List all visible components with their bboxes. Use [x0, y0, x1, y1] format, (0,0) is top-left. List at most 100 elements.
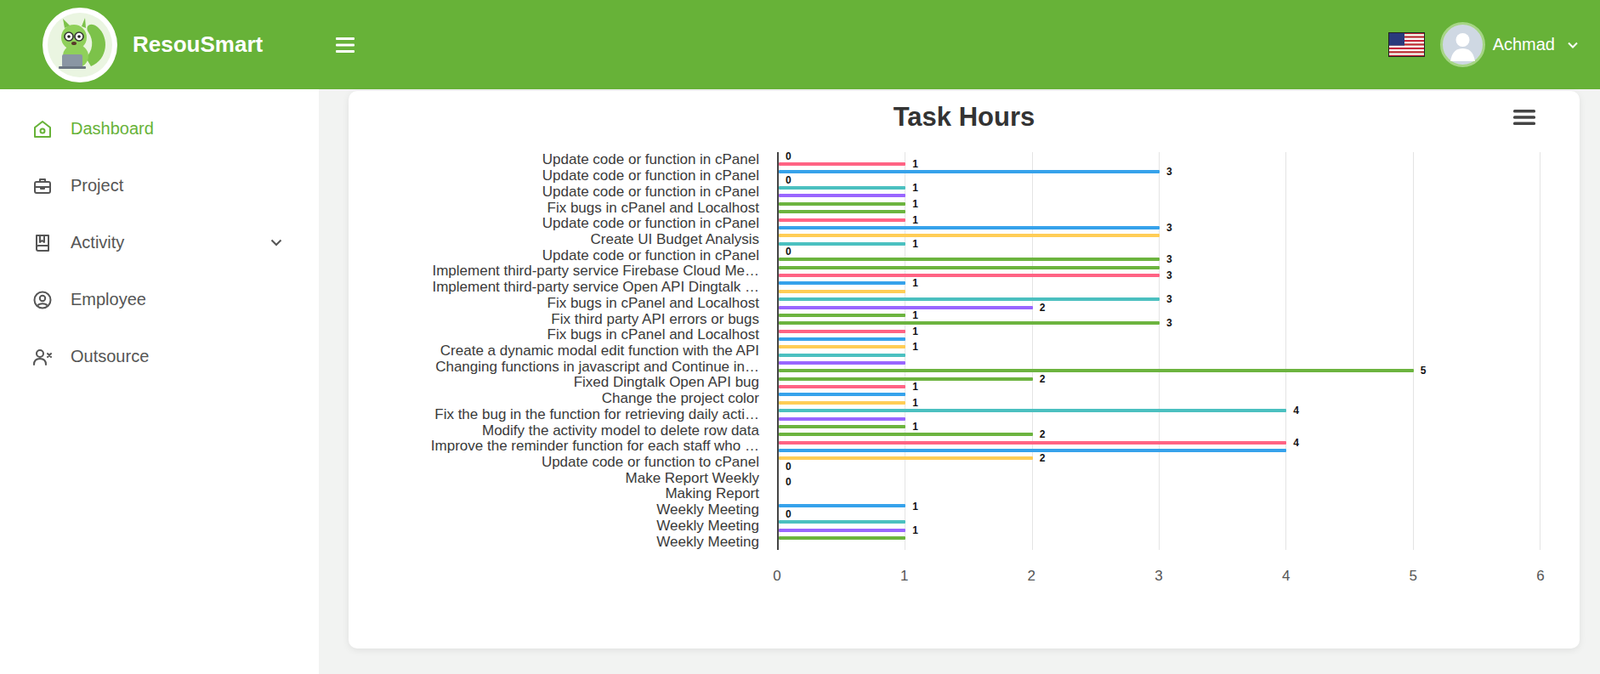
bar-value-label: 0 — [785, 509, 792, 520]
bar[interactable] — [778, 408, 1287, 413]
bar[interactable] — [778, 425, 906, 429]
bar[interactable] — [778, 520, 906, 524]
bar[interactable] — [778, 209, 906, 214]
bar[interactable] — [778, 242, 906, 246]
sidebar-label[interactable]: Employee — [70, 289, 283, 310]
category-label: Update code or function in cPanel — [348, 152, 760, 169]
category-label: Make Report Weekly — [348, 470, 760, 487]
category-label: Update code or function in cPanel — [348, 247, 760, 264]
sidebar-label[interactable]: Outsource — [70, 346, 283, 367]
sidebar-label[interactable]: Project — [70, 175, 283, 196]
home-icon — [32, 119, 53, 140]
bar[interactable] — [778, 321, 1160, 325]
avatar-icon[interactable] — [1440, 22, 1486, 68]
bar[interactable] — [778, 233, 1160, 238]
bar[interactable] — [778, 345, 906, 349]
category-label: Weekly Meeting — [348, 533, 760, 551]
bar[interactable] — [778, 193, 906, 198]
bar[interactable] — [778, 273, 1160, 278]
bar[interactable] — [778, 218, 906, 222]
bar[interactable] — [778, 361, 906, 365]
bar[interactable] — [778, 257, 1160, 261]
category-label: Improve the reminder function for each s… — [348, 438, 760, 455]
bar[interactable] — [778, 441, 1287, 445]
sidebar-item[interactable]: Dashboard — [0, 100, 319, 158]
user-menu[interactable]: Achmad — [1440, 22, 1578, 68]
category-label: Weekly Meeting — [348, 518, 760, 535]
bar[interactable] — [778, 266, 1160, 270]
brand[interactable]: ResouSmart — [0, 6, 336, 84]
bar[interactable] — [778, 456, 1033, 460]
bar[interactable] — [778, 401, 906, 405]
chart-menu-icon[interactable] — [1513, 108, 1536, 126]
menu-icon[interactable] — [335, 36, 355, 54]
bar-value-label: 1 — [912, 381, 919, 392]
bar-value-label: 1 — [912, 310, 919, 321]
grid-line — [1032, 152, 1033, 551]
bar[interactable] — [778, 186, 906, 190]
bar-value-label: 0 — [785, 461, 792, 472]
bar[interactable] — [778, 417, 906, 421]
bar-value-label: 1 — [912, 215, 919, 226]
bar-value-label: 2 — [1039, 374, 1046, 385]
sidebar: Dashboard Project Activity Employee Outsourc… — [0, 89, 319, 674]
bar[interactable] — [778, 368, 1414, 373]
category-label: Fix bugs in cPanel and Localhost — [348, 295, 760, 312]
category-label: Fix bugs in cPanel and Localhost — [348, 327, 760, 344]
sidebar-item[interactable]: Project — [0, 157, 319, 215]
top-bar: ResouSmart Achmad — [0, 0, 1600, 90]
category-label: Change the project color — [348, 391, 760, 408]
bar-value-label: 3 — [1166, 317, 1173, 329]
sidebar-label[interactable]: Dashboard — [70, 119, 283, 139]
sidebar-item[interactable]: Employee — [0, 271, 319, 329]
briefcase-icon — [32, 175, 53, 197]
bar[interactable] — [778, 329, 906, 334]
bar-value-label: 1 — [912, 326, 919, 337]
bar[interactable] — [778, 170, 1160, 174]
bar[interactable] — [778, 353, 906, 358]
us-flag-icon[interactable] — [1388, 32, 1425, 57]
bar[interactable] — [778, 162, 906, 166]
brand-name[interactable]: ResouSmart — [132, 31, 263, 58]
bar[interactable] — [778, 392, 906, 397]
bar[interactable] — [778, 289, 906, 294]
bar[interactable] — [778, 536, 906, 540]
category-label: Update code or function in cPanel — [348, 215, 760, 233]
bar[interactable] — [778, 504, 906, 508]
chevron-down-icon[interactable] — [1567, 41, 1578, 49]
bar[interactable] — [778, 385, 906, 389]
bar-value-label: 2 — [1039, 453, 1046, 464]
chart-card: Task Hours Update code or function in cPa… — [348, 90, 1580, 649]
bar[interactable] — [778, 432, 1033, 437]
bar-value-label: 4 — [1293, 437, 1300, 449]
category-label: Fix third party API errors or bugs — [348, 311, 760, 328]
bar[interactable] — [778, 297, 1160, 301]
bar-value-label: 0 — [785, 476, 792, 488]
category-label: Update code or function in cPanel — [348, 168, 760, 185]
chart-title: Task Hours — [893, 102, 1036, 133]
sidebar-item[interactable]: Activity — [0, 214, 319, 272]
bar-value-label: 3 — [1166, 254, 1173, 265]
bar[interactable] — [778, 226, 1160, 230]
bar-value-label: 5 — [1420, 365, 1427, 376]
bar[interactable] — [778, 313, 906, 318]
sidebar-item[interactable]: Outsource — [0, 328, 319, 386]
bar-value-label: 1 — [912, 525, 919, 536]
bar-value-label: 3 — [1166, 166, 1173, 177]
bar[interactable] — [778, 281, 906, 285]
category-label: Modify the activity model to delete row … — [348, 422, 760, 439]
category-label: Update code or function to cPanel — [348, 454, 760, 471]
bar-value-label: 3 — [1166, 222, 1173, 233]
sidebar-label[interactable]: Activity — [70, 232, 253, 253]
chevron-icon[interactable] — [270, 238, 283, 247]
bar[interactable] — [778, 528, 906, 533]
bar[interactable] — [778, 306, 1033, 310]
bar[interactable] — [778, 202, 906, 206]
bar-value-label: 2 — [1039, 302, 1046, 313]
bar[interactable] — [778, 448, 1287, 453]
grid-line — [1412, 152, 1414, 551]
bar[interactable] — [778, 377, 1033, 381]
bar[interactable] — [778, 337, 906, 341]
user-name[interactable]: Achmad — [1492, 34, 1555, 55]
logo-icon[interactable] — [41, 6, 119, 84]
